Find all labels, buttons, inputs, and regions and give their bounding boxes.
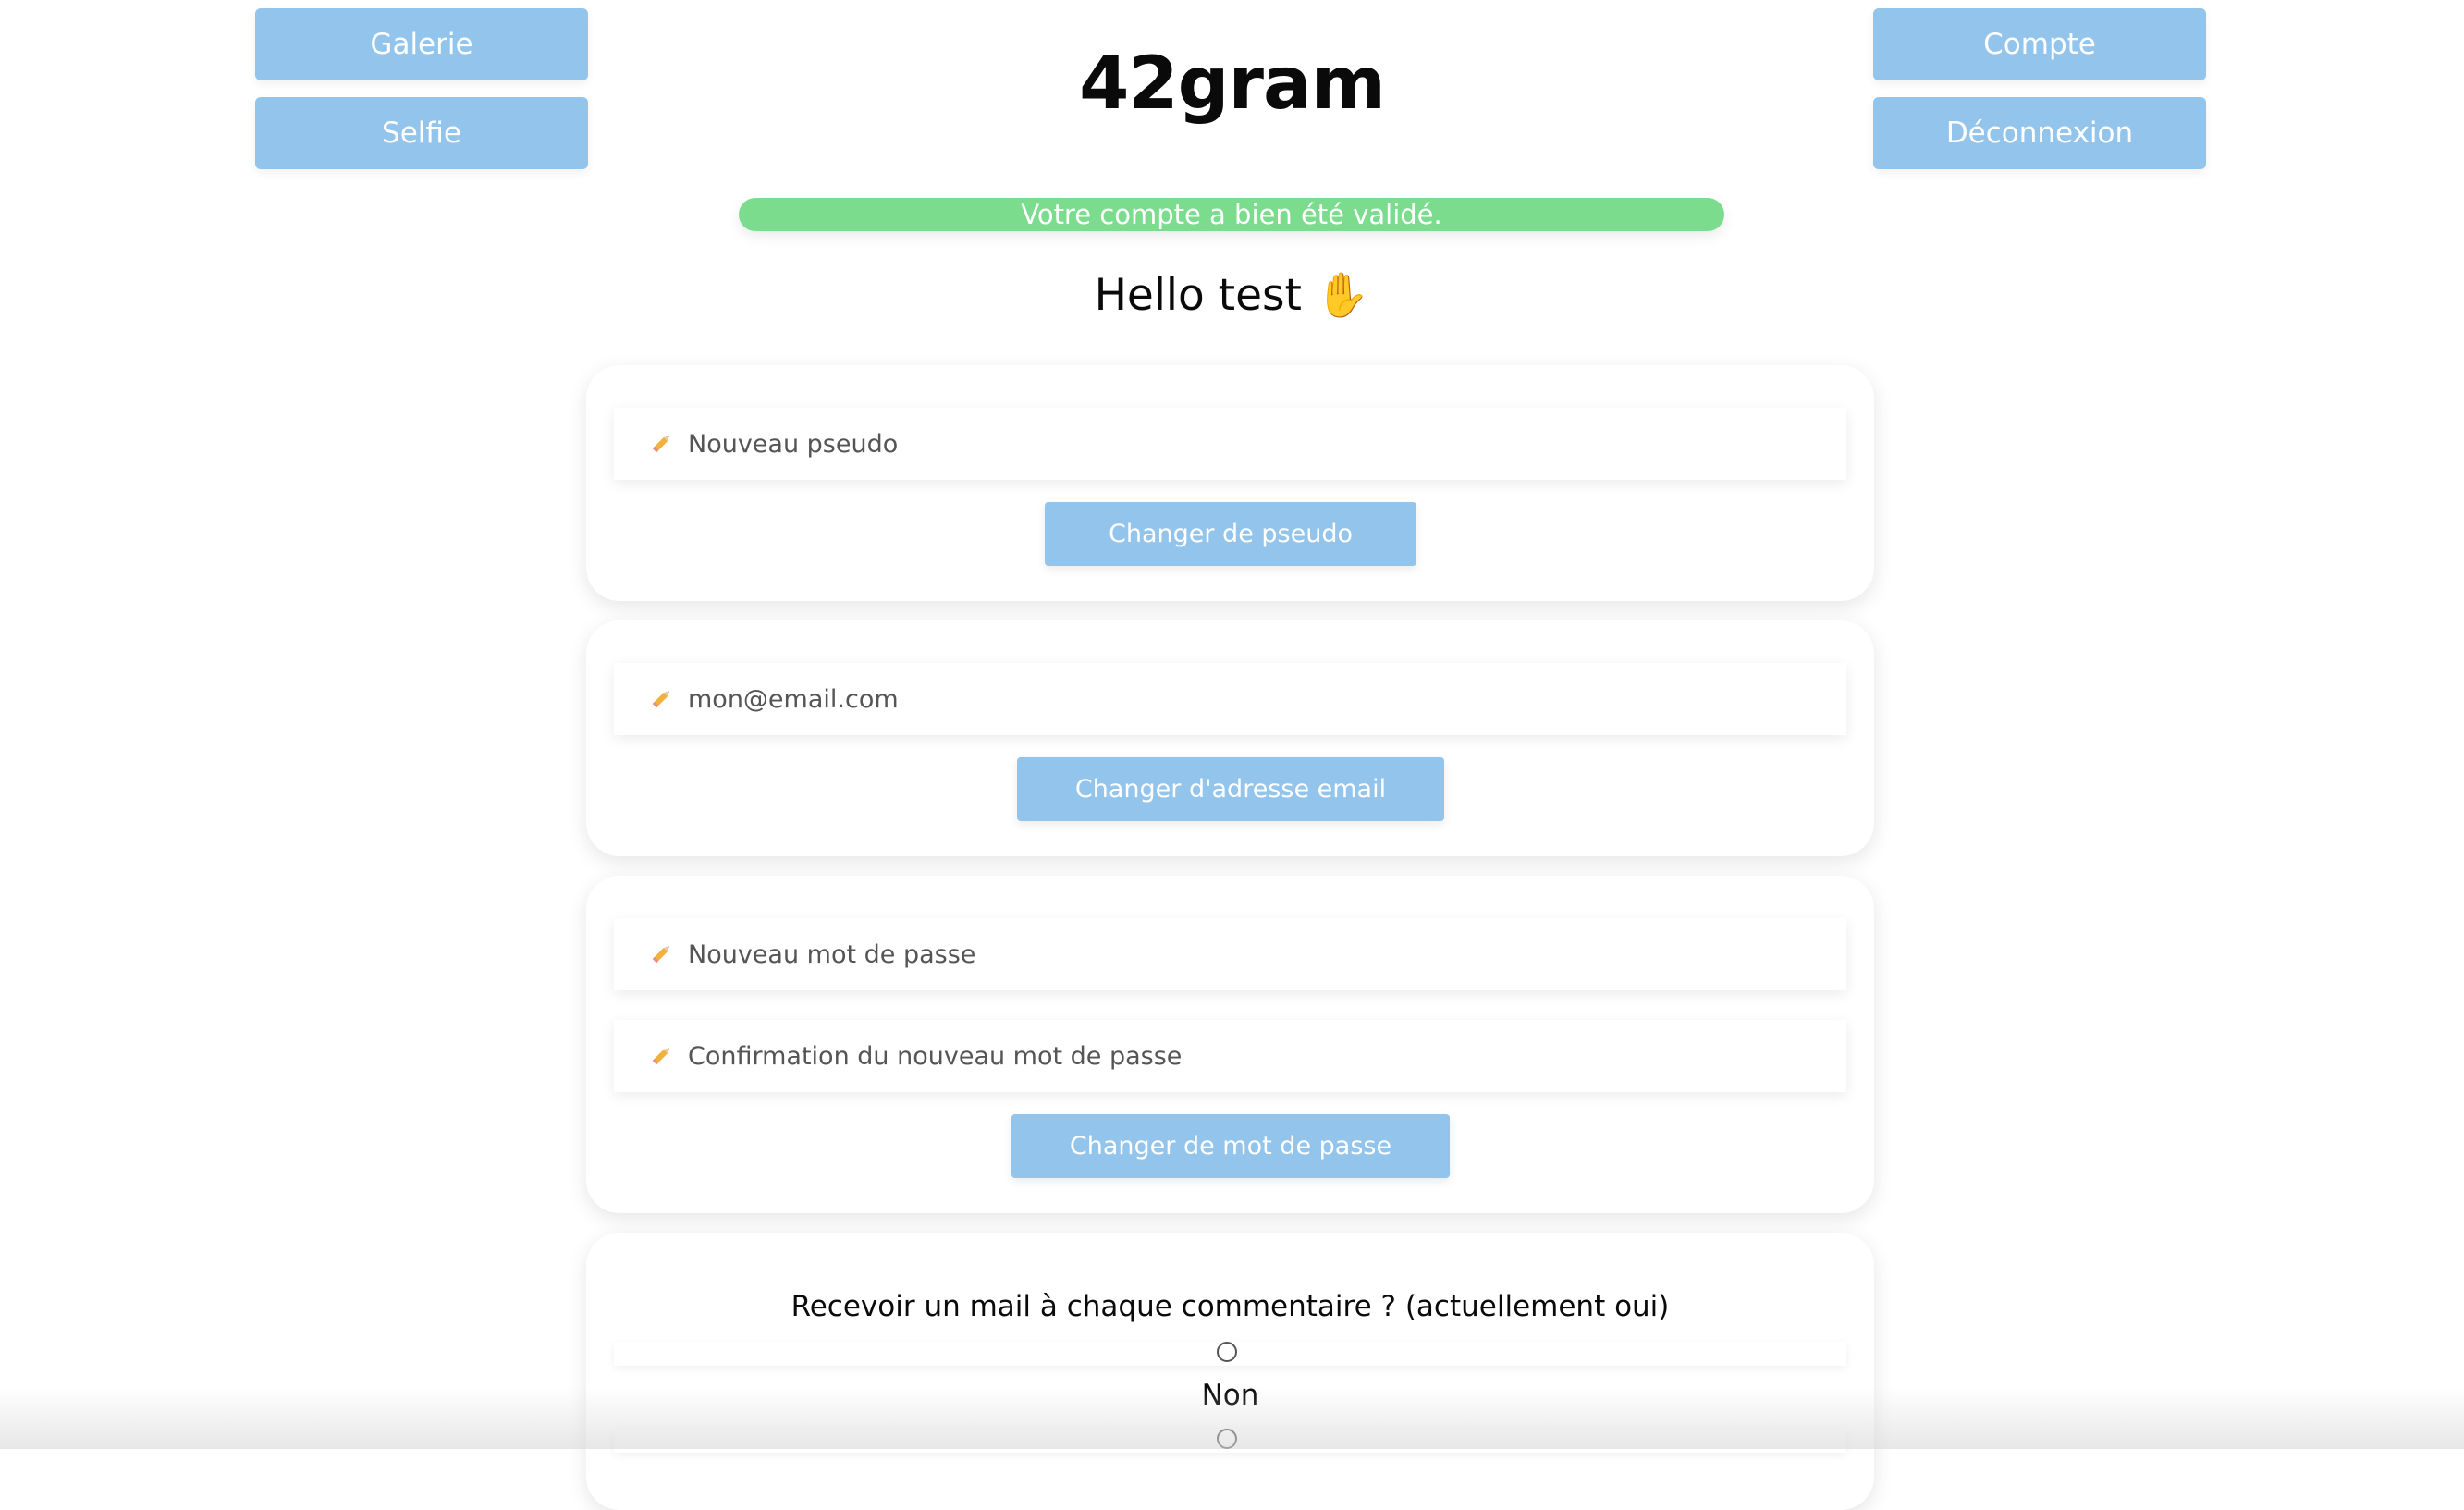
change-email-button[interactable]: Changer d'adresse email — [1017, 757, 1444, 821]
email-input[interactable]: mon@email.com — [614, 663, 1846, 735]
new-password-input[interactable]: Nouveau mot de passe — [614, 918, 1846, 990]
notifications-card: Recevoir un mail à chaque commentaire ? … — [586, 1233, 1874, 1510]
pencil-icon — [649, 432, 677, 456]
pencil-icon — [649, 942, 677, 966]
brand-title: 42gram — [1079, 43, 1386, 126]
password-card: Nouveau mot de passe Confirmation du nou… — [586, 876, 1874, 1213]
email-placeholder: mon@email.com — [688, 684, 899, 714]
success-alert: Votre compte a bien été validé. — [739, 198, 1724, 231]
email-card: mon@email.com Changer d'adresse email — [586, 620, 1874, 856]
radio-row — [614, 1429, 1846, 1453]
new-password-placeholder: Nouveau mot de passe — [688, 939, 976, 969]
change-pseudo-button[interactable]: Changer de pseudo — [1045, 502, 1416, 566]
greeting-heading: Hello test ✋ — [1094, 270, 1370, 321]
confirm-password-placeholder: Confirmation du nouveau mot de passe — [688, 1041, 1183, 1071]
pseudo-card: Nouveau pseudo Changer de pseudo — [586, 365, 1874, 601]
pencil-icon — [649, 687, 677, 711]
pencil-icon — [649, 1044, 677, 1068]
change-password-button[interactable]: Changer de mot de passe — [1011, 1114, 1450, 1178]
radio-option[interactable] — [1217, 1429, 1237, 1449]
alert-text: Votre compte a bien été validé. — [1021, 199, 1442, 230]
radio-no[interactable] — [1217, 1342, 1237, 1362]
pseudo-placeholder: Nouveau pseudo — [688, 429, 899, 459]
notification-question: Recevoir un mail à chaque commentaire ? … — [791, 1290, 1670, 1323]
radio-no-label: Non — [1201, 1379, 1259, 1412]
pseudo-input[interactable]: Nouveau pseudo — [614, 408, 1846, 480]
radio-row — [614, 1342, 1846, 1366]
confirm-password-input[interactable]: Confirmation du nouveau mot de passe — [614, 1020, 1846, 1092]
